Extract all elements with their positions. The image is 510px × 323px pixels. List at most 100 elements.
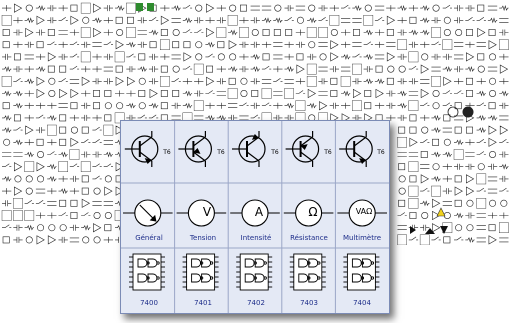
background-symbol [499,139,509,143]
background-symbol [58,30,68,35]
background-symbol [24,90,34,97]
background-symbol [182,90,193,97]
background-symbol [442,102,452,106]
background-symbol [126,90,136,97]
background-symbol [47,139,57,146]
background-symbol [13,102,23,109]
background-symbol [137,41,147,48]
background-symbol [420,5,430,12]
background-symbol [115,40,124,50]
background-symbol [455,28,463,36]
background-symbol [397,90,407,97]
npn-transistor-icon [124,131,159,167]
background-symbol [273,42,283,47]
background-symbol [92,78,102,85]
background-symbol [408,78,419,85]
background-symbol [148,29,159,36]
background-symbol [2,102,10,110]
background-symbol [149,41,157,49]
background-symbol [171,18,181,23]
background-symbol [420,139,430,143]
ic-label-7400: 7400 [140,299,158,307]
background-symbol [432,163,440,171]
background-symbol [160,90,168,97]
circle-symbol-icon [447,106,459,118]
background-symbol [205,53,215,58]
background-symbol [443,236,451,244]
background-symbol [172,28,180,36]
ic-label-7404: 7404 [353,299,371,307]
background-symbol [149,88,158,99]
background-symbol [239,41,249,48]
background-symbol [24,54,34,60]
background-symbol [431,66,441,72]
background-symbol [216,102,226,109]
background-symbol [126,102,136,109]
background-symbol [240,90,248,98]
background-symbol [69,175,80,182]
background-symbol [308,41,316,49]
background-symbol [92,175,102,180]
background-symbol [273,29,281,36]
background-symbol [465,41,475,48]
background-symbol [24,17,34,24]
background-symbol [307,88,317,99]
background-symbol [35,66,46,73]
background-symbol [216,78,226,85]
background-symbol [307,53,317,60]
background-symbol [216,91,226,96]
background-symbol [454,78,464,85]
background-symbol [466,224,474,232]
background-symbol [352,18,362,23]
background-symbol [47,52,57,62]
background-symbol [48,90,56,98]
background-symbol [409,175,417,183]
background-symbol [330,77,338,85]
background-symbol [82,16,90,24]
background-symbol [499,212,509,219]
background-symbol [239,102,249,106]
background-symbol [386,52,396,62]
background-symbol [477,53,485,61]
background-symbol [205,90,215,94]
background-symbol [455,224,463,232]
background-symbol [465,90,473,97]
meter-label-intensite: Intensité [240,234,272,242]
background-symbol [36,76,45,86]
ohmmeter-glyph: Ω [308,205,318,219]
background-symbol [454,163,464,170]
background-symbol [420,114,430,121]
background-symbol [217,53,225,61]
background-symbol [37,175,45,183]
background-symbol [250,114,260,119]
background-symbol [386,42,396,47]
background-symbol [308,4,316,12]
background-symbol [47,235,57,245]
background-symbol [160,65,168,73]
background-symbol [24,139,34,146]
background-symbol [228,103,238,108]
background-symbol [160,53,170,60]
transistor-tag-3: T6 [271,149,279,156]
background-symbol [24,102,34,109]
background-symbol [80,27,91,38]
background-symbol [284,102,294,109]
green-component-icon [136,3,143,11]
background-symbol [421,53,429,61]
background-symbol [172,65,180,73]
background-symbol [239,66,249,73]
background-symbol [476,197,487,209]
background-symbol [330,40,339,50]
background-symbol [2,188,12,195]
background-symbol [70,15,79,25]
background-symbol [329,102,339,109]
background-symbol [81,212,91,216]
background-symbol [240,77,248,85]
background-symbol [465,17,475,21]
background-symbol [397,29,407,36]
background-symbol [58,161,69,173]
background-symbol [352,53,362,58]
background-symbol [24,224,34,231]
background-symbol [363,53,373,60]
background-symbol [318,5,328,12]
